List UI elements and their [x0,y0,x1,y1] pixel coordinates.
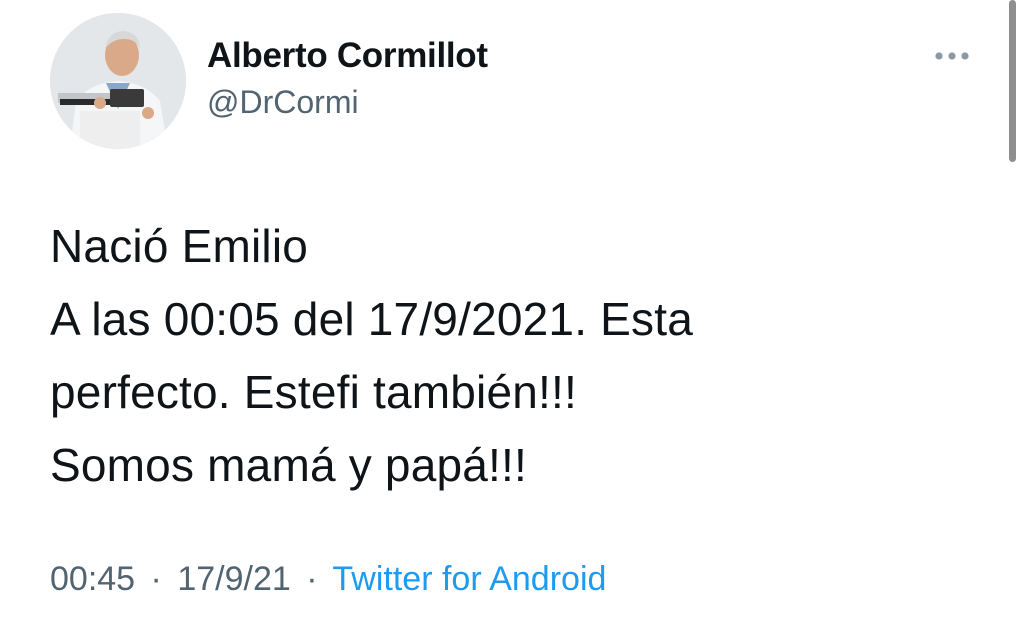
tweet-text-line: perfecto. Estefi también!!! [50,366,577,418]
tweet-text-line: Somos mamá y papá!!! [50,439,527,491]
author-info[interactable]: Alberto Cormillot @DrCormi [207,34,488,124]
meta-separator: · [306,560,318,598]
tweet-date[interactable]: 17/9/21 [177,560,290,598]
author-display-name: Alberto Cormillot [207,36,488,75]
more-options-button[interactable] [928,38,976,74]
author-handle: @DrCormi [207,84,359,120]
meta-separator: · [150,560,162,598]
tweet-metadata: 00:45 · 17/9/21 · Twitter for Android [50,556,606,602]
tweet-text-line: A las 00:05 del 17/9/2021. Esta [50,293,694,345]
scrollbar[interactable] [1009,0,1016,162]
tweet-text: Nació Emilio A las 00:05 del 17/9/2021. … [50,210,950,502]
tweet-source-link[interactable]: Twitter for Android [332,560,606,598]
tweet-text-line: Nació Emilio [50,220,309,272]
avatar-photo [50,13,186,149]
avatar[interactable] [50,13,186,149]
tweet-time[interactable]: 00:45 [50,560,135,598]
tweet: Alberto Cormillot @DrCormi Nació Emilio … [0,0,1024,632]
more-horizontal-icon [935,52,969,60]
